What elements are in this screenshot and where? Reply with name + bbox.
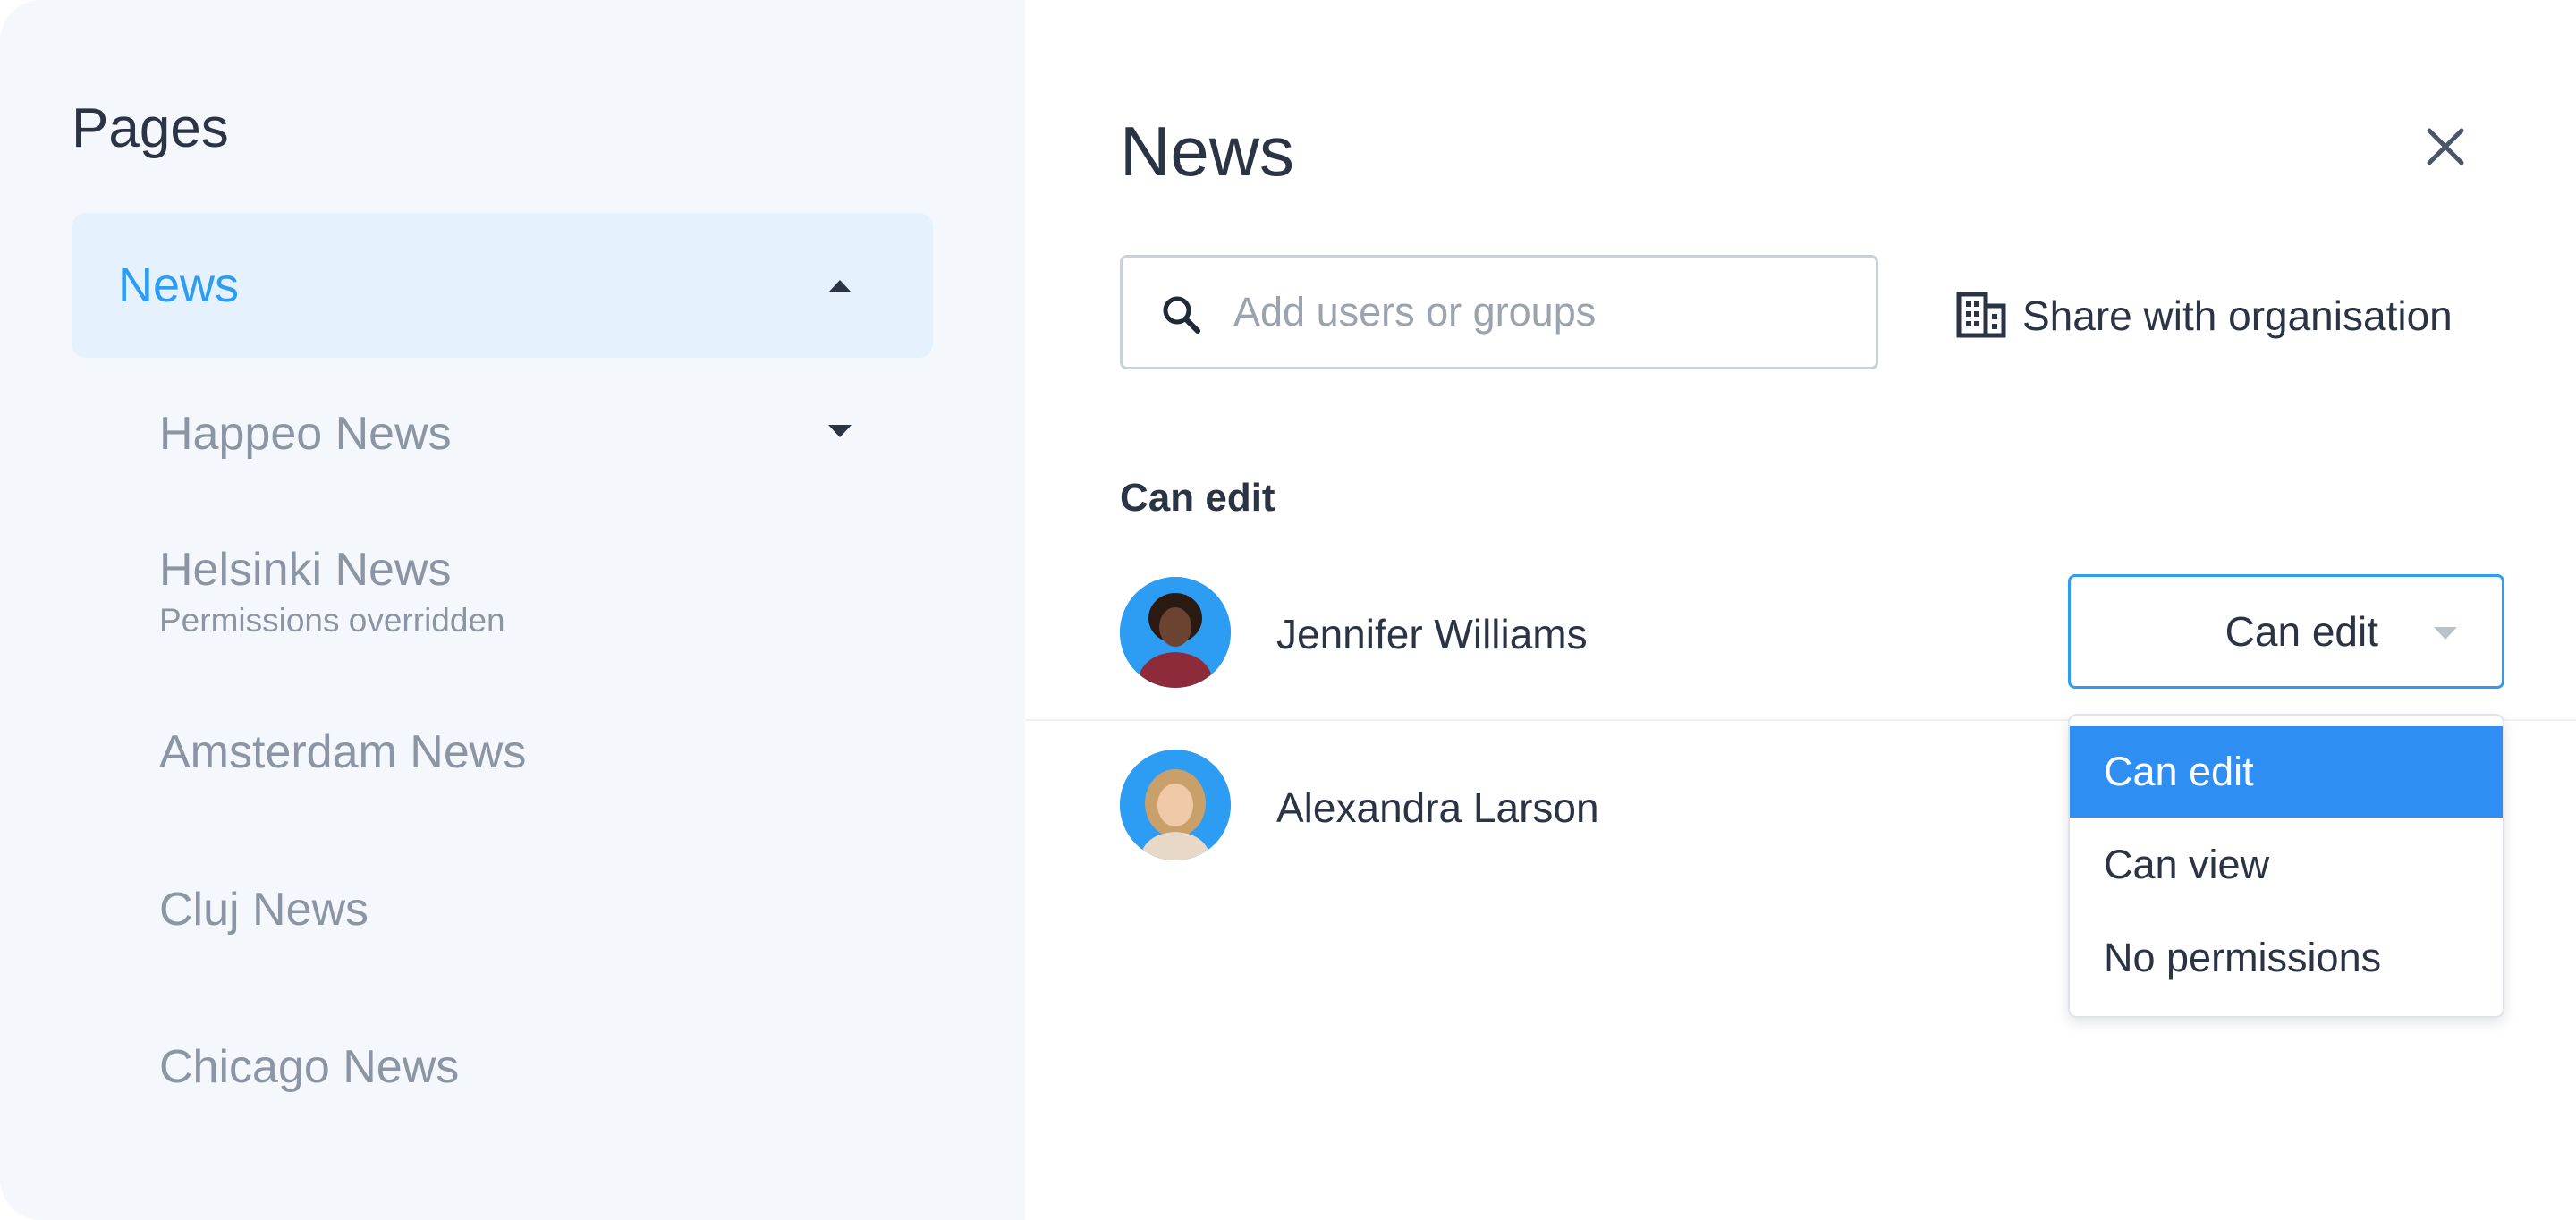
option-can-edit[interactable]: Can edit [2070, 726, 2503, 818]
option-no-permissions[interactable]: No permissions [2070, 912, 2503, 1004]
chevron-up-icon[interactable] [828, 280, 852, 292]
close-icon [2427, 128, 2464, 165]
option-can-view[interactable]: Can view [2070, 819, 2503, 911]
sidebar-item-label: News [118, 258, 240, 312]
close-button[interactable] [2419, 120, 2472, 174]
person-avatar-icon [1120, 577, 1231, 688]
avatar [1120, 750, 1231, 860]
share-with-organisation-label: Share with organisation [2022, 292, 2453, 339]
sidebar-item-amsterdam-news[interactable]: Amsterdam News [159, 725, 526, 779]
permission-dropdown-menu: Can edit Can view No permissions [2068, 714, 2504, 1018]
avatar [1120, 577, 1231, 688]
building-icon [1956, 292, 2006, 338]
sidebar-item-news[interactable]: News [72, 213, 933, 358]
search-field[interactable] [1120, 255, 1878, 369]
pages-sidebar: Pages News Happeo News Helsinki News Per… [0, 0, 1025, 1220]
search-icon [1163, 296, 1200, 334]
sidebar-item-cluj-news[interactable]: Cluj News [159, 883, 369, 936]
permissions-overridden-note: Permissions overridden [159, 602, 505, 639]
sidebar-item-helsinki-news[interactable]: Helsinki News [159, 543, 452, 597]
person-avatar-icon [1120, 750, 1231, 860]
search-input[interactable] [1233, 283, 1851, 342]
sidebar-item-chicago-news[interactable]: Chicago News [159, 1040, 459, 1094]
chevron-down-icon[interactable] [828, 425, 852, 437]
user-name: Jennifer Williams [1276, 611, 1588, 657]
permission-select[interactable]: Can edit [2068, 574, 2504, 689]
section-heading-can-edit: Can edit [1120, 476, 1275, 520]
sidebar-item-happeo-news[interactable]: Happeo News [159, 407, 452, 461]
sidebar-title: Pages [72, 97, 229, 159]
permission-select-value: Can edit [2224, 608, 2378, 655]
chevron-down-icon [2434, 627, 2457, 640]
page-title: News [1120, 112, 1295, 191]
user-name: Alexandra Larson [1276, 784, 1599, 831]
